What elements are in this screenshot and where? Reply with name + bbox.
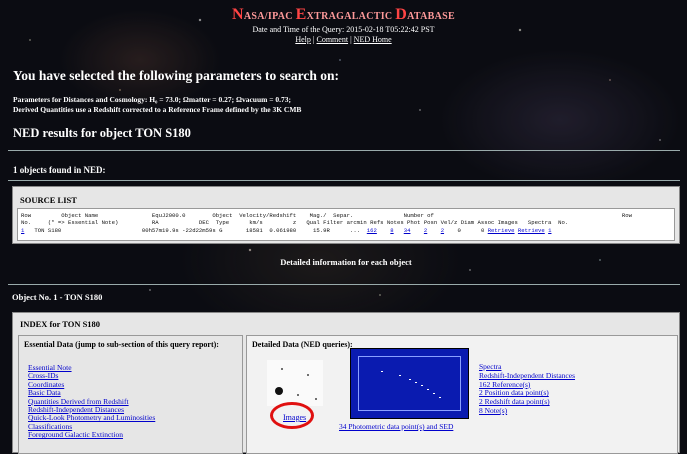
page-header: NASA/IPAC EXTRAGALACTIC DATABASE Date an… [0, 6, 687, 44]
source-list-panel: SOURCE LIST Row Object Name EquJ2000.0 O… [12, 186, 680, 244]
row-number-link-right[interactable]: 1 [548, 227, 551, 234]
images-retrieve-link[interactable]: Retrieve [488, 227, 515, 234]
phot-link[interactable]: 34 [404, 227, 411, 234]
params-line-2: Derived Quantities use a Redshift correc… [13, 105, 302, 114]
thumbnail-star [307, 374, 309, 376]
source-list-table: Row Object Name EquJ2000.0 Object Veloci… [17, 208, 675, 241]
spectra-retrieve-link[interactable]: Retrieve [518, 227, 545, 234]
detailed-info-heading: Detailed information for each object [280, 257, 412, 267]
object-title: Object No. 1 - TON S180 [12, 292, 103, 302]
sed-plot-thumbnail[interactable] [350, 348, 469, 419]
image-thumbnail[interactable] [267, 360, 323, 406]
sed-point [409, 379, 411, 380]
object-name-cell: TON S180 [24, 227, 142, 234]
title-part-asa: ASA/IPAC [243, 11, 296, 22]
objects-found: 1 objects found in NED: [13, 165, 106, 175]
nav-separator: | [350, 35, 352, 44]
essential-data-title: Essential Data (jump to sub-section of t… [24, 340, 219, 349]
nav-separator: | [312, 35, 315, 44]
thumbnail-star [281, 368, 283, 370]
essential-links: Essential Note Cross-IDs Coordinates Bas… [28, 363, 155, 440]
thumbnail-star [315, 398, 317, 400]
refs-link[interactable]: 162 [367, 227, 377, 234]
ned-title: NASA/IPAC EXTRAGALACTIC DATABASE [0, 6, 687, 24]
table-header-row-2: No. (* => Essential Note) RA DEC Type km… [21, 219, 569, 226]
sed-link[interactable]: 34 Photometric data point(s) and SED [339, 422, 453, 431]
title-part-xtra: XTRAGALACTIC [306, 11, 396, 22]
detail-links: Spectra Redshift-Independent Distances 1… [479, 362, 575, 416]
title-letter-e: E [295, 6, 307, 23]
divider [8, 150, 680, 151]
table-header-row-1: Row Object Name EquJ2000.0 Object Veloci… [21, 212, 632, 219]
detailed-data-panel: Detailed Data (NED queries): Images 34 P… [246, 335, 678, 454]
notes-link-detail[interactable]: 8 Note(s) [479, 406, 575, 416]
galactic-extinction-link[interactable]: Foreground Galactic Extinction [28, 430, 155, 439]
sed-plot-frame [358, 356, 461, 411]
sed-point [427, 389, 429, 390]
divider [8, 284, 680, 285]
coords-cell: 00h57m19.9s -22d22m59s G 18581 0.061980 … [141, 227, 364, 234]
help-link[interactable]: Help [295, 35, 311, 44]
index-title: INDEX for TON S180 [20, 319, 101, 329]
header-nav: Help | Comment | NED Home [0, 35, 687, 44]
ned-home-link[interactable]: NED Home [354, 35, 392, 44]
params-heading: You have selected the following paramete… [13, 68, 339, 83]
divider [8, 180, 680, 181]
sed-point [421, 385, 423, 386]
comment-link[interactable]: Comment [317, 35, 349, 44]
sed-point [399, 375, 401, 376]
params-text: Parameters for Distances and Cosmology: … [13, 95, 301, 115]
title-letter-n: N [232, 6, 244, 23]
table-row: 1 TON S180 00h57m19.9s -22d22m59s G 1858… [21, 227, 551, 234]
thumbnail-star [297, 394, 299, 396]
query-date: Date and Time of the Query: 2015-02-18 T… [252, 25, 435, 34]
sed-point [439, 397, 441, 398]
index-panel: INDEX for TON S180 Essential Data (jump … [12, 312, 680, 454]
sed-point [433, 393, 435, 394]
images-link[interactable]: Images [283, 413, 306, 422]
diam-assoc-cell: 0 0 [444, 227, 488, 234]
results-heading: NED results for object TON S180 [13, 126, 191, 140]
title-part-atabase: ATABASE [407, 11, 455, 22]
essential-data-panel: Essential Data (jump to sub-section of t… [18, 335, 243, 454]
sed-point [381, 371, 383, 372]
posn-link[interactable]: 2 [424, 227, 427, 234]
source-list-title: SOURCE LIST [20, 195, 77, 205]
sed-point [415, 382, 417, 383]
notes-link[interactable]: 8 [390, 227, 393, 234]
detailed-data-title: Detailed Data (NED queries): [252, 340, 353, 349]
thumbnail-bright-source [275, 387, 283, 395]
title-letter-d: D [395, 6, 408, 23]
params-line-1: Parameters for Distances and Cosmology: … [13, 95, 292, 104]
